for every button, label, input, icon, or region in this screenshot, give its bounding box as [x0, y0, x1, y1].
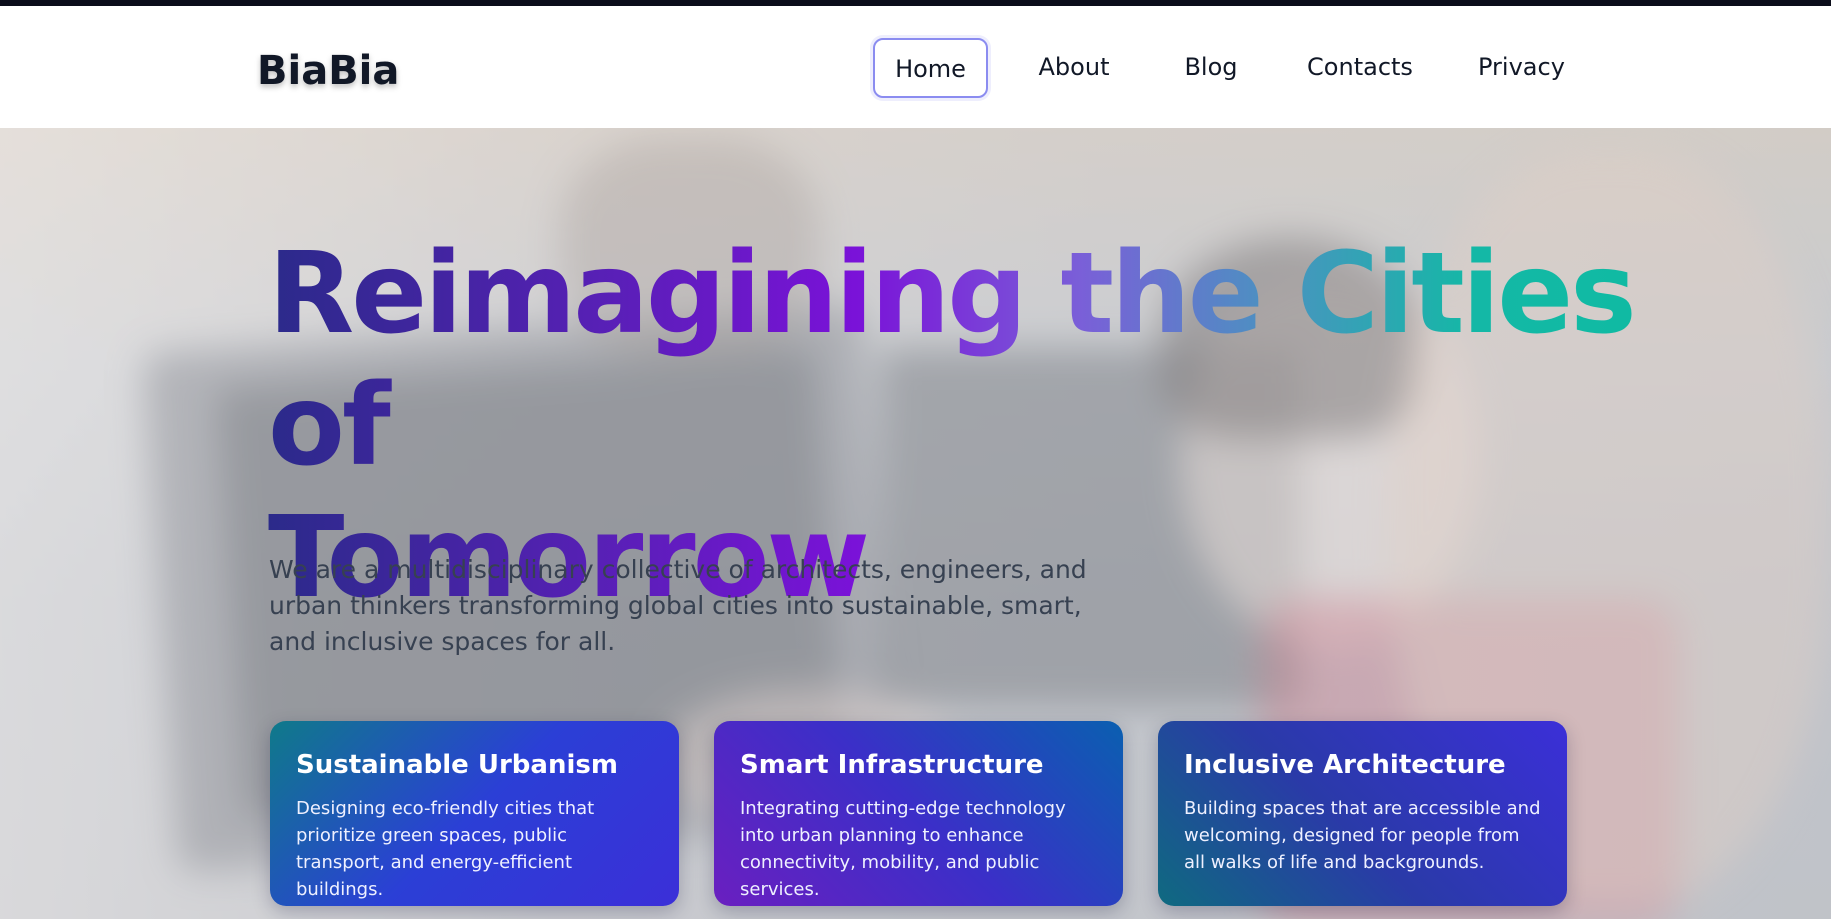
card-text: Integrating cutting-edge technology into… — [740, 798, 1066, 900]
feature-card-sustainable-urbanism[interactable]: Sustainable Urbanism Designing eco-frien… — [270, 721, 679, 906]
card-title: Sustainable Urbanism — [296, 750, 618, 780]
card-title: Smart Infrastructure — [740, 750, 1044, 780]
nav-home-link[interactable]: Home — [873, 38, 988, 98]
card-title: Inclusive Architecture — [1184, 750, 1506, 780]
site-header: BiaBia Home About Blog Contacts Privacy — [0, 6, 1831, 128]
hero-section: Reimagining the Cities of Tomorrow We ar… — [0, 128, 1831, 919]
nav-blog-link[interactable]: Blog — [1180, 38, 1242, 98]
main-nav: Home About Blog Contacts Privacy — [0, 38, 1831, 98]
hero-subtitle: We are a multidisciplinary collective of… — [269, 555, 1087, 656]
nav-privacy-link[interactable]: Privacy — [1478, 38, 1565, 98]
card-text: Designing eco-friendly cities that prior… — [296, 798, 595, 900]
nav-about-link[interactable]: About — [1032, 38, 1116, 98]
card-text: Building spaces that are accessible and … — [1184, 798, 1541, 873]
feature-card-inclusive-architecture[interactable]: Inclusive Architecture Building spaces t… — [1158, 721, 1567, 906]
headline-line-1: Reimagining the Cities of — [268, 229, 1634, 491]
nav-contacts-link[interactable]: Contacts — [1305, 38, 1415, 98]
feature-card-smart-infrastructure[interactable]: Smart Infrastructure Integrating cutting… — [714, 721, 1123, 906]
